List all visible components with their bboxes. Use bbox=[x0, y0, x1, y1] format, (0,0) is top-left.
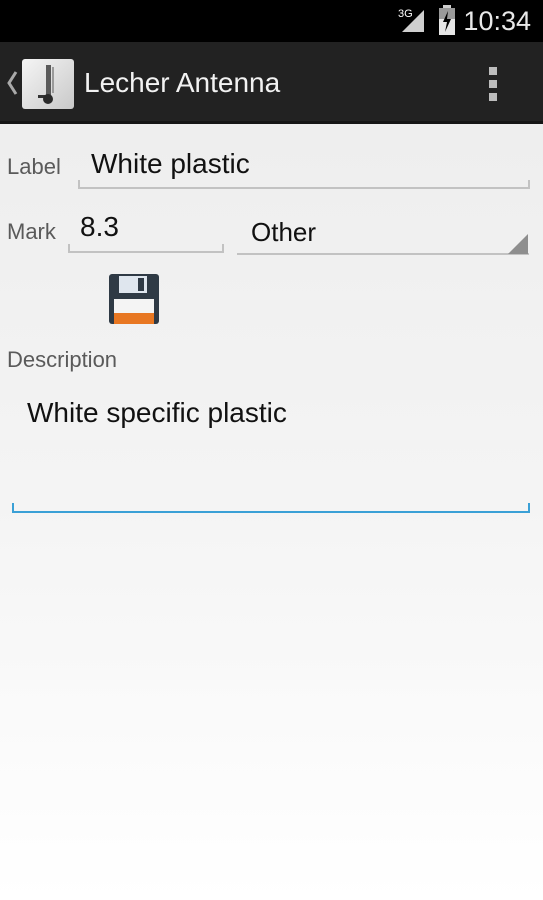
label-input[interactable]: White plastic bbox=[91, 148, 250, 180]
floppy-disk-icon bbox=[109, 274, 159, 324]
app-icon[interactable] bbox=[22, 59, 74, 109]
label-input-edge-right bbox=[528, 180, 530, 189]
label-caption: Label bbox=[7, 154, 61, 179]
spinner-arrow-icon[interactable] bbox=[508, 234, 528, 254]
mark-input-edge-left bbox=[68, 244, 70, 253]
mark-caption: Mark bbox=[7, 219, 56, 244]
app-title: Lecher Antenna bbox=[84, 67, 281, 98]
mark-input[interactable]: 8.3 bbox=[80, 211, 119, 243]
label-input-edge-left bbox=[78, 180, 80, 189]
unit-spinner[interactable]: Other bbox=[251, 217, 316, 248]
clock: 10:34 bbox=[463, 6, 531, 36]
description-input-edge-left bbox=[12, 503, 14, 513]
description-input[interactable]: White specific plastic bbox=[27, 397, 287, 429]
description-caption: Description bbox=[7, 347, 118, 372]
back-chevron-icon[interactable] bbox=[6, 70, 18, 96]
label-input-underline bbox=[78, 187, 530, 189]
battery-icon bbox=[438, 5, 456, 35]
action-bar: Lecher Antenna bbox=[0, 42, 543, 124]
save-button[interactable] bbox=[108, 273, 160, 325]
description-input-edge-right bbox=[528, 503, 530, 513]
status-bar: 3G 10:34 bbox=[0, 0, 543, 42]
signal-icon: 3G bbox=[398, 6, 426, 34]
description-input-underline bbox=[12, 511, 530, 513]
mark-input-edge-right bbox=[222, 244, 224, 253]
mark-input-underline bbox=[68, 251, 224, 253]
overflow-menu-icon[interactable] bbox=[486, 64, 500, 104]
unit-spinner-underline bbox=[237, 253, 529, 255]
network-type-label: 3G bbox=[398, 8, 413, 20]
